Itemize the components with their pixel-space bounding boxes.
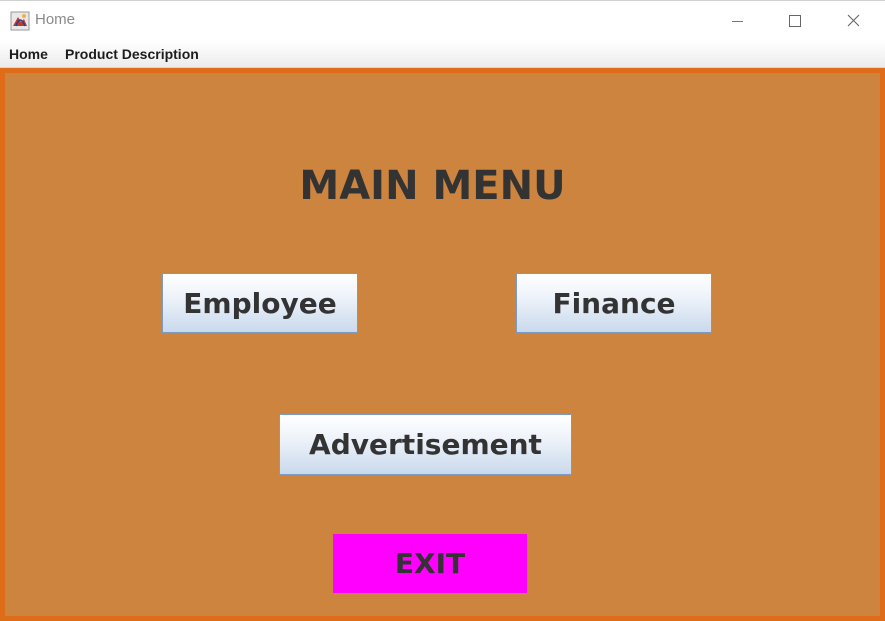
app-icon — [10, 11, 30, 31]
application-window: Home Home Product Description MAIN MENU … — [0, 0, 885, 621]
title-bar[interactable]: Home — [0, 1, 885, 41]
employee-button[interactable]: Employee — [162, 273, 358, 333]
exit-button[interactable]: EXIT — [333, 534, 527, 593]
close-icon — [847, 12, 860, 31]
window-title: Home — [35, 11, 76, 28]
maximize-button[interactable] — [766, 1, 824, 41]
finance-button[interactable]: Finance — [516, 273, 712, 333]
maximize-icon — [789, 15, 801, 27]
menu-product-description[interactable]: Product Description — [65, 46, 199, 62]
advertisement-button[interactable]: Advertisement — [279, 414, 572, 475]
close-button[interactable] — [824, 1, 882, 41]
minimize-button[interactable] — [708, 1, 766, 41]
main-menu-panel: MAIN MENU Employee Finance Advertisement… — [0, 68, 885, 621]
menu-bar: Home Product Description — [0, 41, 885, 68]
main-menu-title: MAIN MENU — [299, 163, 566, 209]
minimize-icon — [731, 20, 743, 22]
menu-home[interactable]: Home — [9, 46, 48, 62]
